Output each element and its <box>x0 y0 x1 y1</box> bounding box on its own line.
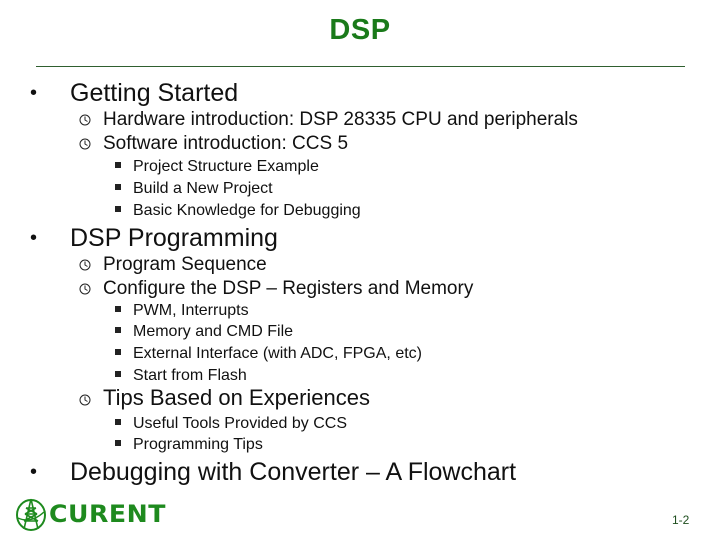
outline-item-dsp-programming: • DSP Programming <box>30 223 278 253</box>
bullet-icon: • <box>30 82 38 104</box>
outline-subsubitem-label: PWM, Interrupts <box>133 302 249 319</box>
outline-subitem: Configure the DSP – Registers and Memory <box>79 277 473 301</box>
square-bullet-icon <box>115 206 133 212</box>
outline-subitem: Program Sequence <box>79 253 267 277</box>
square-bullet-icon <box>115 371 133 377</box>
outline-subitem-label: Software introduction: CCS 5 <box>103 133 349 154</box>
square-bullet-icon <box>115 419 133 425</box>
clock-icon <box>79 114 103 126</box>
outline-subsubitem: Start from Flash <box>115 365 247 387</box>
clock-icon <box>79 259 103 271</box>
outline-subsubitem-label: External Interface (with ADC, FPGA, etc) <box>133 345 422 362</box>
outline-subsubitem-label: Basic Knowledge for Debugging <box>133 202 361 219</box>
outline-subsubitem: Memory and CMD File <box>115 321 293 343</box>
outline-subitem: Hardware introduction: DSP 28335 CPU and… <box>79 108 578 132</box>
outline-item-label: Getting Started <box>70 79 239 107</box>
outline-subsubitem-label: Start from Flash <box>133 367 247 384</box>
outline-subsubitem-label: Programming Tips <box>133 436 263 453</box>
outline-subsubitem: Build a New Project <box>115 178 273 200</box>
outline-item-debugging-with-converter: • Debugging with Converter – A Flowchart <box>30 457 516 487</box>
bullet-icon: • <box>30 461 38 483</box>
square-bullet-icon <box>115 349 133 355</box>
page-number: 1-2 <box>672 513 690 527</box>
bullet-icon: • <box>30 227 38 249</box>
outline-subitem-label: Configure the DSP – Registers and Memory <box>103 278 474 299</box>
outline-subsubitem-label: Memory and CMD File <box>133 323 294 340</box>
outline-subitem-label: Hardware introduction: DSP 28335 CPU and… <box>103 109 578 130</box>
outline-subsubitem: Project Structure Example <box>115 156 319 178</box>
square-bullet-icon <box>115 162 133 168</box>
curent-logo: CURENT <box>14 494 165 534</box>
transmission-tower-globe-icon <box>16 498 46 531</box>
clock-icon <box>79 138 103 150</box>
logo-text: CURENT <box>49 500 167 528</box>
outline-subsubitem: Useful Tools Provided by CCS <box>115 413 347 435</box>
outline-subsubitem-label: Project Structure Example <box>133 158 319 175</box>
outline-subitem-label: Program Sequence <box>103 254 267 275</box>
slide-title: DSP <box>329 14 391 46</box>
outline-subsubitem: Programming Tips <box>115 434 263 456</box>
clock-icon <box>79 394 103 406</box>
outline-subsubitem-label: Useful Tools Provided by CCS <box>133 415 348 432</box>
outline-subitem: Software introduction: CCS 5 <box>79 132 348 156</box>
outline-subsubitem: Basic Knowledge for Debugging <box>115 200 361 222</box>
square-bullet-icon <box>115 184 133 190</box>
outline-subitem: Tips Based on Experiences <box>79 386 370 410</box>
clock-icon <box>79 283 103 295</box>
outline-item-label: Debugging with Converter – A Flowchart <box>70 458 517 486</box>
outline-subsubitem: External Interface (with ADC, FPGA, etc) <box>115 343 422 365</box>
square-bullet-icon <box>115 327 133 333</box>
outline-subsubitem-label: Build a New Project <box>133 180 273 197</box>
title-divider <box>36 66 685 67</box>
square-bullet-icon <box>115 306 133 312</box>
outline-subitem-label: Tips Based on Experiences <box>103 385 370 410</box>
square-bullet-icon <box>115 440 133 446</box>
outline-item-label: DSP Programming <box>70 224 278 252</box>
outline-subsubitem: PWM, Interrupts <box>115 300 249 322</box>
outline-item-getting-started: • Getting Started <box>30 78 238 108</box>
